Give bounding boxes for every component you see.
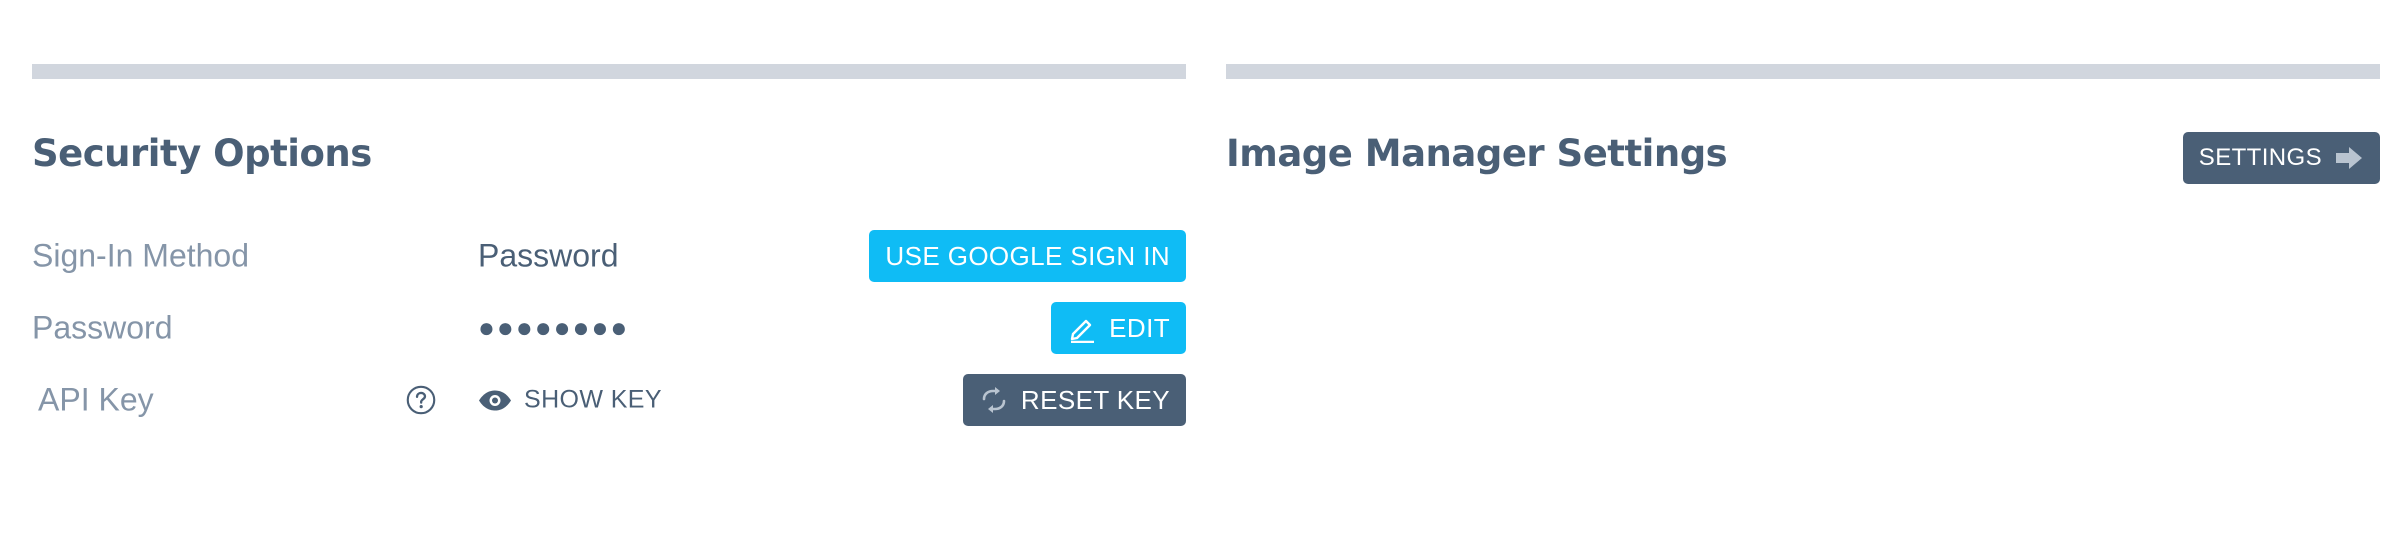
- image-manager-title: Image Manager Settings: [1226, 132, 1728, 175]
- image-manager-panel: Image Manager Settings SETTINGS: [1226, 64, 2380, 184]
- edit-password-label: EDIT: [1109, 312, 1170, 343]
- password-masked-value: ●●●●●●●●: [478, 312, 630, 343]
- eye-icon: [478, 389, 512, 411]
- reset-key-button[interactable]: RESET KEY: [962, 374, 1186, 426]
- settings-button-label: SETTINGS: [2198, 144, 2322, 171]
- panel-divider: [32, 64, 1186, 79]
- panel-divider: [1226, 64, 2380, 79]
- help-circle-icon[interactable]: [406, 385, 436, 415]
- signin-method-label: Sign-In Method: [32, 237, 250, 274]
- show-key-label: SHOW KEY: [524, 385, 662, 414]
- edit-password-button[interactable]: EDIT: [1051, 302, 1186, 354]
- signin-method-value: Password: [478, 237, 619, 274]
- use-google-signin-label: USE GOOGLE SIGN IN: [885, 240, 1170, 271]
- api-key-row: API Key SHOW KEY RESET KEY: [32, 374, 1186, 426]
- password-row: Password ●●●●●●●● EDIT: [32, 302, 1186, 354]
- arrow-right-icon: [2334, 146, 2364, 170]
- api-key-label: API Key: [38, 381, 154, 418]
- settings-button[interactable]: SETTINGS: [2182, 132, 2380, 184]
- refresh-icon: [979, 387, 1009, 413]
- security-options-panel: Security Options Sign-In Method Password…: [32, 64, 1186, 426]
- reset-key-label: RESET KEY: [1020, 384, 1170, 415]
- use-google-signin-button[interactable]: USE GOOGLE SIGN IN: [869, 230, 1186, 282]
- signin-method-row: Sign-In Method Password USE GOOGLE SIGN …: [32, 230, 1186, 282]
- show-key-toggle[interactable]: SHOW KEY: [478, 386, 662, 415]
- page: Security Options Sign-In Method Password…: [0, 0, 2400, 544]
- password-label: Password: [32, 309, 173, 346]
- pencil-icon: [1067, 313, 1097, 343]
- security-options-title: Security Options: [32, 132, 372, 175]
